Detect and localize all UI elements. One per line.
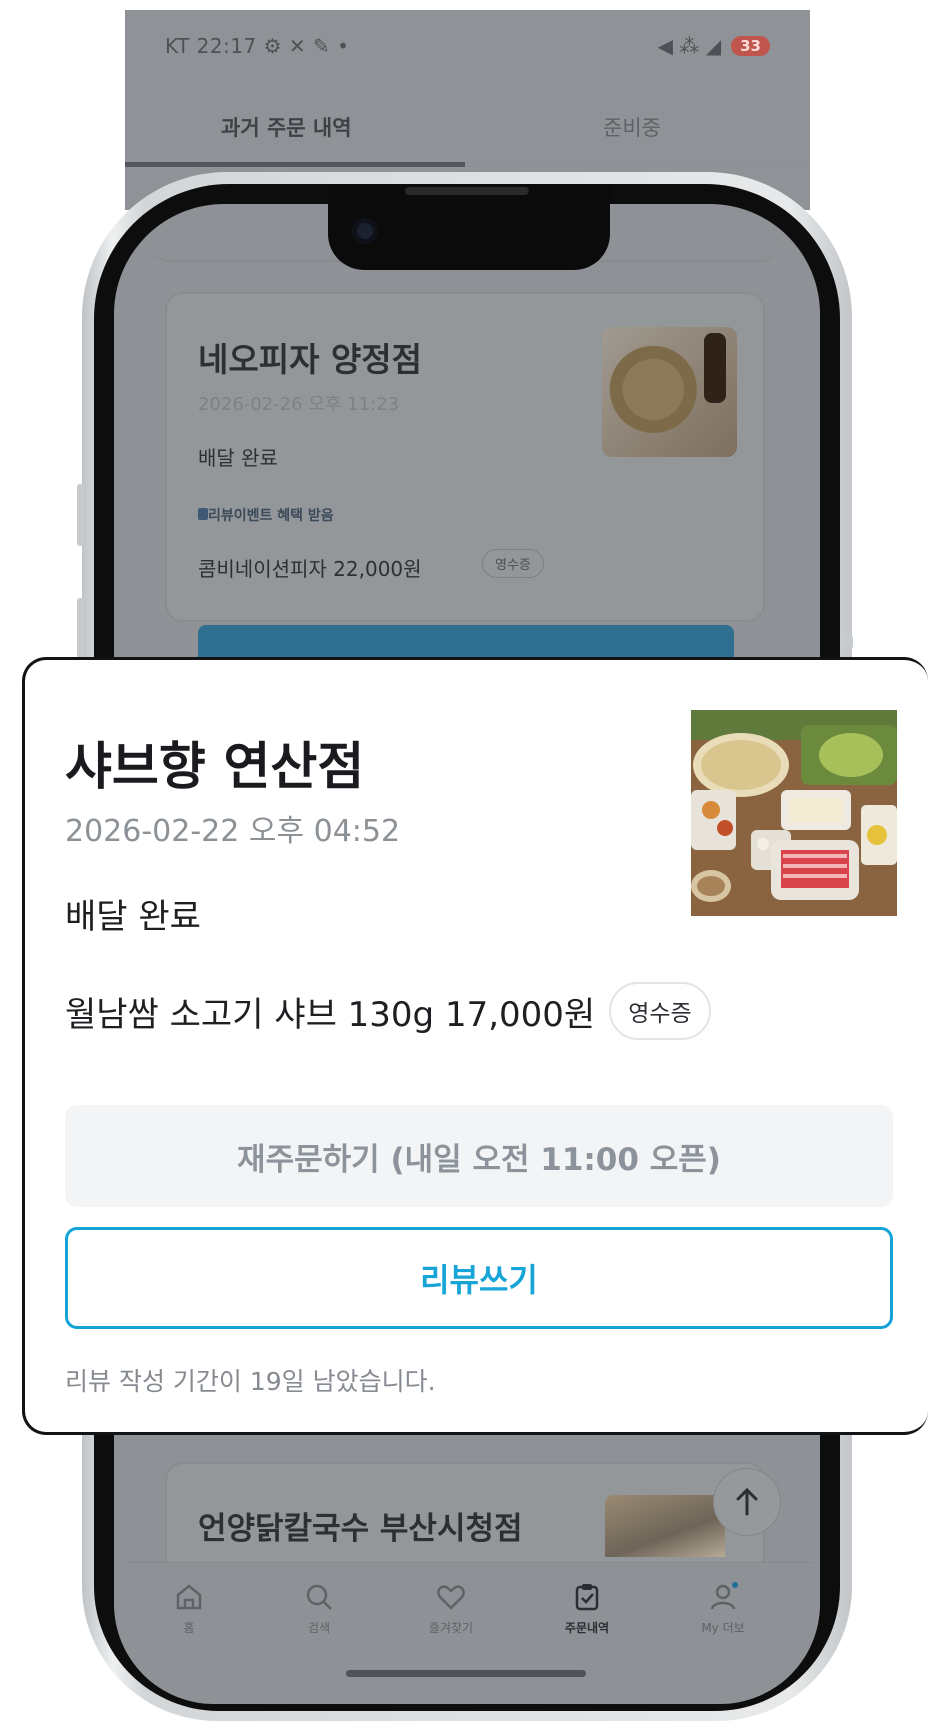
nav-label: 검색 (307, 1621, 331, 1635)
review-event-badge: 리뷰이벤트 혜택 받음 (208, 508, 334, 524)
volume-up-button (77, 484, 84, 546)
nav-favorites[interactable]: 즐겨찾기 (406, 1581, 496, 1636)
nav-search[interactable]: 검색 (274, 1581, 364, 1636)
order-date: 2026-02-22 오후 04:52 (65, 814, 401, 849)
event-icon (198, 508, 208, 520)
nav-home[interactable]: 홈 (144, 1581, 234, 1636)
active-tab-indicator (125, 162, 465, 167)
home-icon (176, 1584, 202, 1610)
power-button (846, 635, 853, 649)
order-list-icon (575, 1584, 599, 1611)
store-name: 언양닭칼국수 부산시청점 (198, 1511, 523, 1547)
cola-bottle-image (704, 333, 726, 403)
receipt-button[interactable]: 영수증 (482, 549, 544, 578)
nav-label: My 더보 (701, 1621, 745, 1635)
nav-label: 홈 (183, 1621, 195, 1635)
review-deadline-note: 리뷰 작성 기간이 19일 남았습니다. (65, 1367, 436, 1396)
order-date: 2026-02-26 오후 11:23 (198, 394, 400, 415)
order-card-shabu: 샤브향 연산점 2026-02-22 오후 04:52 배달 완료 월남쌈 소고… (22, 657, 928, 1435)
signal-icons: ◀ ⁂ ◢ (657, 34, 722, 58)
volume-down-button (77, 598, 84, 660)
reorder-button[interactable]: 재주문하기 (내일 오전 11:00 오픈) (65, 1105, 893, 1207)
front-camera (352, 218, 378, 244)
shabu-food-thumbnail[interactable] (691, 710, 897, 916)
nav-my[interactable]: My 더보 (678, 1581, 768, 1636)
battery-icon: 33 (731, 36, 770, 56)
order-tabs: 과거 주문 내역 준비중 (125, 90, 810, 172)
tab-preparing[interactable]: 준비중 (603, 112, 661, 142)
order-status: 배달 완료 (65, 897, 201, 937)
tab-past-orders[interactable]: 과거 주문 내역 (221, 112, 352, 142)
receipt-button[interactable]: 영수증 (609, 982, 711, 1040)
phone-speaker (405, 187, 529, 195)
write-review-button[interactable]: 리뷰쓰기 (65, 1227, 893, 1329)
store-name: 네오피자 양정점 (198, 340, 423, 379)
order-menu-line: 월남쌈 소고기 샤브 130g 17,000원 영수증 (65, 982, 711, 1040)
food-photo (691, 710, 897, 916)
profile-icon (710, 1582, 738, 1610)
status-bar: KT 22:17 ⚙ ✕ ✎ • ◀ ⁂ ◢ 33 (125, 10, 810, 90)
order-menu: 콤비네이션피자 22,000원 (198, 557, 422, 581)
nav-label: 즐겨찾기 (428, 1621, 474, 1635)
nav-orders[interactable]: 주문내역 (542, 1581, 632, 1636)
search-icon (306, 1584, 332, 1610)
scroll-to-top-button[interactable] (713, 1468, 781, 1536)
nav-label: 주문내역 (564, 1621, 610, 1635)
store-name[interactable]: 샤브향 연산점 (65, 725, 364, 799)
order-status: 배달 완료 (198, 446, 278, 470)
status-icons: ◀ ⁂ ◢ 33 (658, 34, 770, 58)
order-menu: 월남쌈 소고기 샤브 130g 17,000원 (65, 994, 596, 1035)
bottom-navigation: 홈 검색 즐겨찾기 주문내역 My 더보 (124, 1562, 814, 1648)
arrow-up-icon (736, 1487, 758, 1516)
status-time-carrier: KT 22:17 ⚙ ✕ ✎ • (165, 34, 350, 58)
noodle-thumbnail (605, 1495, 725, 1557)
heart-icon (437, 1585, 465, 1610)
home-indicator (346, 1670, 586, 1677)
